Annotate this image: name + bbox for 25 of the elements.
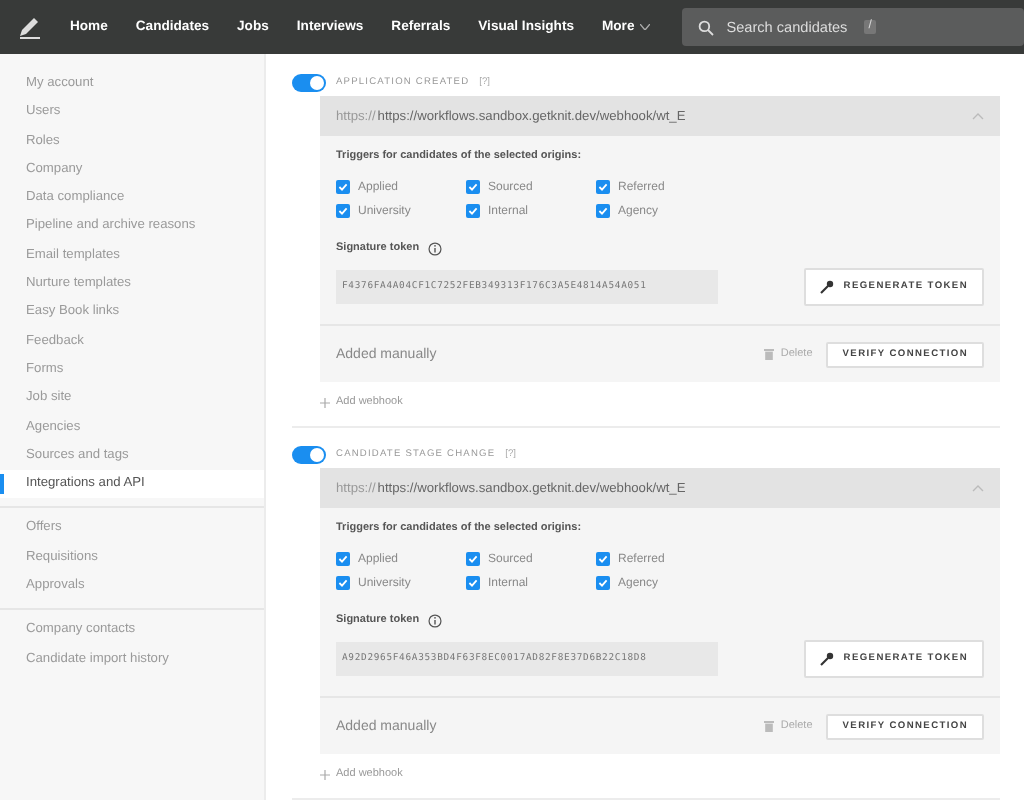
checkbox[interactable] xyxy=(466,180,480,194)
toggle-switch[interactable] xyxy=(292,74,326,92)
trash-icon xyxy=(764,348,775,360)
checkbox[interactable] xyxy=(466,204,480,218)
caret-icon xyxy=(640,24,651,30)
key-icon xyxy=(819,279,834,293)
plus-icon xyxy=(320,397,330,407)
search-icon xyxy=(698,19,715,35)
checkbox[interactable] xyxy=(596,204,610,218)
toggle-switch[interactable] xyxy=(292,446,326,464)
key-icon xyxy=(819,651,834,665)
info-icon[interactable] xyxy=(427,613,442,627)
checkbox[interactable] xyxy=(596,552,610,566)
checkbox[interactable] xyxy=(336,552,350,566)
info-icon[interactable] xyxy=(427,241,442,255)
checkbox[interactable] xyxy=(336,204,350,218)
checkbox[interactable] xyxy=(336,576,350,590)
checkbox[interactable] xyxy=(596,576,610,590)
checkbox[interactable] xyxy=(596,180,610,194)
plus-icon xyxy=(320,769,330,779)
checkbox[interactable] xyxy=(336,180,350,194)
pen-logo-icon xyxy=(18,15,42,39)
checkbox[interactable] xyxy=(466,576,480,590)
checkbox[interactable] xyxy=(466,552,480,566)
trash-icon xyxy=(764,720,775,732)
